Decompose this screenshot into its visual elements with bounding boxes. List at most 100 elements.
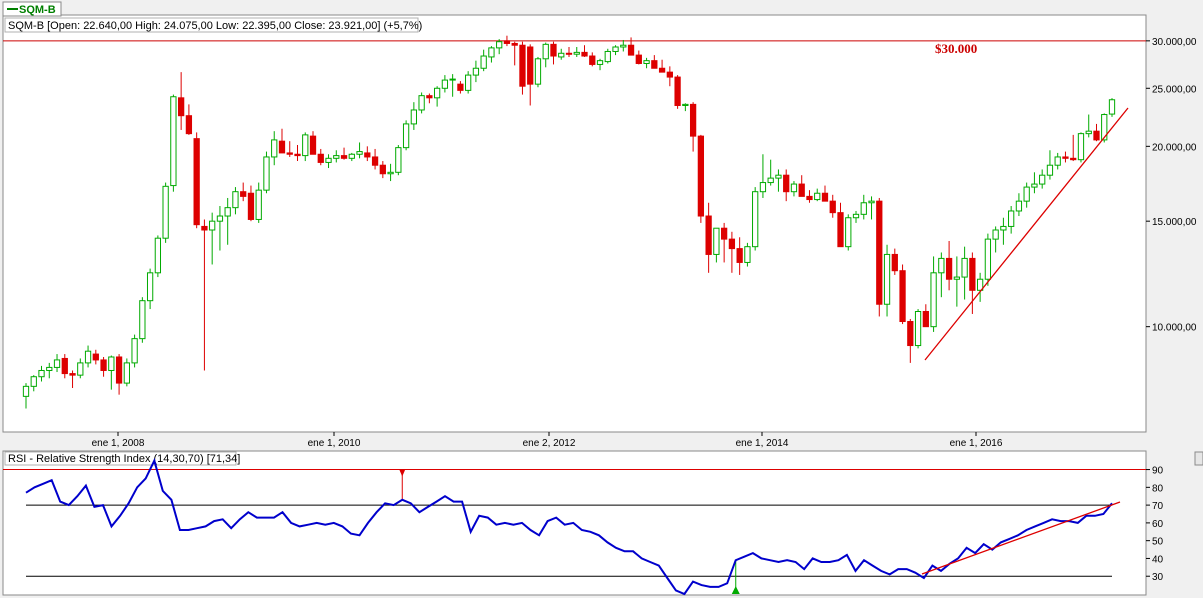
candle-body	[53, 359, 61, 368]
candle-body	[596, 60, 604, 65]
price-x-tick-label: ene 1, 2010	[308, 438, 361, 449]
candle-body	[131, 338, 138, 364]
panel-resize-handle[interactable]	[1194, 451, 1203, 466]
candle-body	[271, 139, 278, 158]
candle-body	[1070, 157, 1077, 161]
candle-body	[395, 147, 402, 173]
price-y-tick-label: 20.000,00	[1152, 142, 1197, 153]
candle-body	[61, 357, 68, 375]
price-y-tick-label: 30.000,00	[1152, 37, 1197, 48]
candle-body	[969, 257, 976, 291]
rsi-y-tick-label: 60	[1152, 519, 1164, 530]
candle-body	[333, 155, 340, 159]
candle-body	[503, 40, 511, 44]
candle-body	[837, 212, 844, 248]
candle-body	[666, 71, 673, 78]
price-x-tick-label: ene 1, 2014	[736, 438, 789, 449]
candle-body	[821, 192, 829, 202]
candle-body	[247, 192, 255, 220]
candle-body	[1054, 156, 1061, 166]
candle-body	[232, 191, 239, 209]
candle-body	[22, 385, 30, 397]
candle-body	[899, 270, 906, 323]
rsi-y-tick-label: 80	[1152, 483, 1164, 494]
candle-body	[736, 248, 743, 263]
candle-body	[682, 103, 689, 106]
candle-body	[705, 215, 712, 255]
candle-body	[845, 217, 852, 248]
candle-body	[938, 257, 945, 274]
candle-body	[216, 215, 224, 222]
candle-body	[379, 164, 386, 175]
price-x-tick-label: ene 1, 2016	[950, 438, 1003, 449]
candle-body	[402, 123, 410, 149]
rsi-y-tick-label: 70	[1152, 501, 1164, 512]
candle-body	[302, 134, 309, 157]
candle-body	[441, 79, 449, 89]
rsi-y-tick-label: 30	[1152, 572, 1164, 583]
candle-body	[30, 376, 37, 387]
candle-body	[185, 115, 193, 135]
candle-body	[139, 300, 146, 340]
chart-canvas: SQM-B SQM-B [Open: 22.640,00 High: 24.07…	[2, 1, 1203, 596]
symbol-tab-label: SQM-B	[19, 4, 56, 16]
candle-body	[860, 202, 867, 215]
candle-body	[278, 140, 286, 154]
price-y-tick-label: 10.000,00	[1152, 323, 1197, 334]
candle-body	[790, 183, 798, 193]
candle-body	[193, 138, 200, 226]
candle-body	[348, 153, 355, 159]
candle-body	[620, 44, 627, 48]
candle-body	[38, 369, 45, 378]
candle-body	[767, 177, 774, 184]
candle-body	[100, 359, 107, 371]
candle-body	[387, 171, 394, 175]
candle-body	[783, 174, 790, 193]
candle-body	[992, 229, 999, 240]
candle-body	[146, 272, 154, 302]
candle-body	[876, 200, 883, 305]
candle-body	[209, 220, 216, 231]
candle-body	[69, 373, 76, 376]
candle-body	[542, 43, 549, 60]
candle-body	[798, 183, 805, 197]
candle-body	[46, 366, 53, 371]
candle-body	[1031, 183, 1038, 188]
candle-body	[689, 103, 697, 137]
rsi-y-tick-label: 50	[1152, 537, 1164, 548]
candle-body	[263, 156, 270, 191]
candle-body	[433, 87, 441, 99]
candle-body	[775, 174, 782, 179]
candle-body	[930, 272, 937, 328]
candle-body	[744, 246, 751, 263]
candle-body	[1108, 99, 1116, 115]
candle-body	[697, 135, 705, 217]
candle-body	[418, 95, 425, 111]
candle-body	[558, 52, 565, 58]
rsi-y-tick-label: 40	[1152, 554, 1164, 565]
candle-body	[123, 362, 130, 384]
candle-body	[309, 135, 317, 155]
rsi-y-axis: 90 80 70 60 50 40 30	[1146, 466, 1164, 583]
candle-body	[1015, 200, 1023, 212]
candle-body	[1023, 186, 1030, 202]
price-y-axis: 30.000,00 25.000,00 20.000,00 15.000,00 10.0…	[1146, 37, 1197, 334]
candle-body	[907, 321, 914, 347]
candle-body	[961, 257, 968, 278]
price-x-axis: ene 1, 2008 ene 1, 2010 ene 2, 2012 ene 1, …	[92, 432, 1003, 449]
candle-body	[1062, 156, 1069, 159]
candle-body	[1085, 130, 1092, 135]
candle-body	[170, 96, 177, 187]
candle-body	[953, 276, 960, 280]
candle-body	[92, 353, 99, 361]
candle-body	[472, 67, 480, 76]
candle-body	[286, 152, 293, 155]
candle-body	[84, 350, 92, 364]
candle-body	[77, 362, 84, 376]
candle-body	[162, 185, 169, 239]
candle-body	[496, 41, 503, 49]
resistance-annotation: $30.000	[935, 41, 977, 56]
candle-body	[658, 67, 666, 73]
candle-body	[519, 44, 526, 87]
candle-body	[410, 109, 417, 125]
